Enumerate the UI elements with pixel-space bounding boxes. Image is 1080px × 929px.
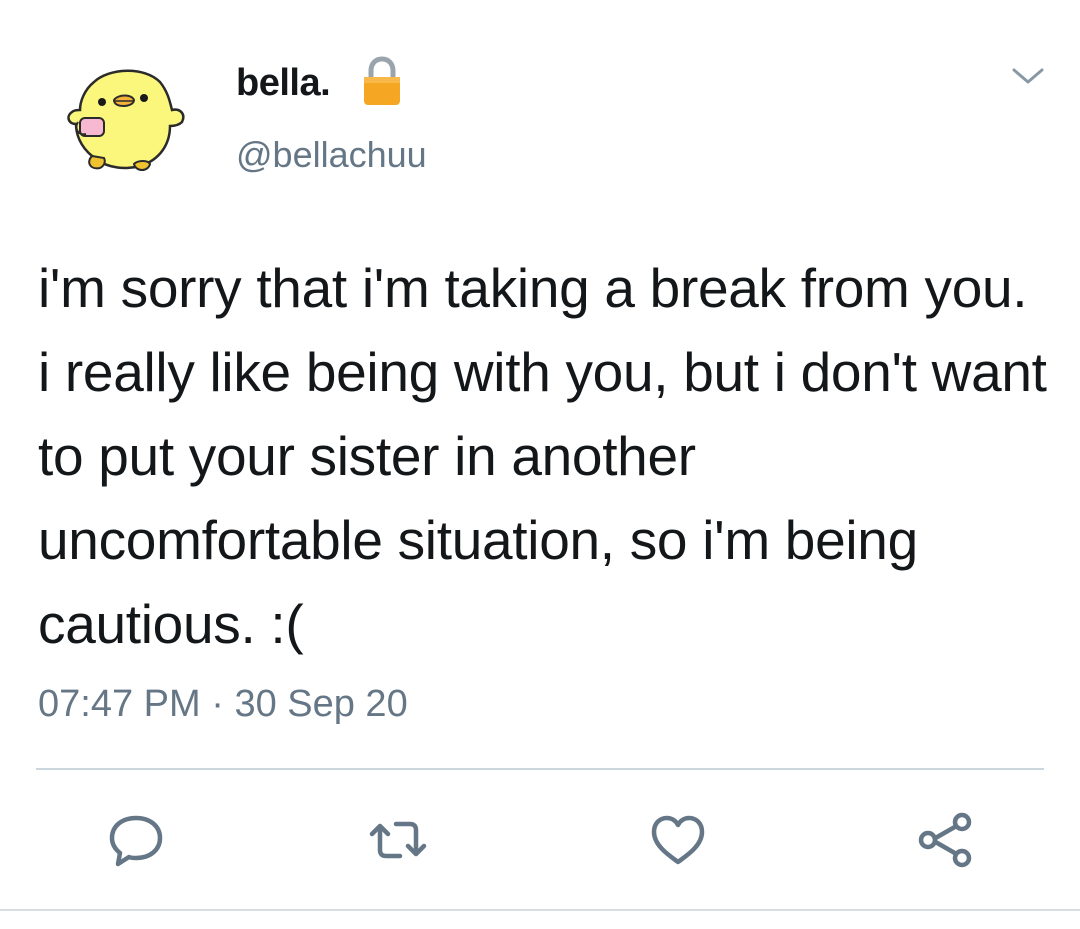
avatar[interactable] [64, 62, 188, 178]
lock-icon [360, 55, 404, 107]
share-button[interactable] [914, 808, 978, 872]
reply-icon [109, 815, 163, 867]
tweet-text: i'm sorry that i'm taking a break from y… [38, 257, 1047, 655]
timestamp-separator: · [211, 683, 224, 725]
retweet-icon [369, 821, 427, 859]
tweet-time: 07:47 PM [38, 683, 201, 725]
tweet-timestamp[interactable]: 07:47 PM · 30 Sep 20 [38, 680, 408, 728]
like-button[interactable] [646, 808, 710, 872]
reply-button[interactable] [104, 808, 168, 872]
chick-avatar-icon [67, 69, 185, 171]
user-handle[interactable]: @bellachuu [236, 132, 427, 178]
heart-icon [651, 815, 705, 865]
display-name[interactable]: bella. [236, 58, 331, 108]
tweet-date: 30 Sep 20 [234, 683, 408, 725]
share-icon [918, 812, 972, 868]
bottom-divider [0, 909, 1080, 911]
chevron-down-icon[interactable] [1010, 64, 1046, 88]
retweet-button[interactable] [366, 808, 430, 872]
divider [36, 768, 1044, 770]
